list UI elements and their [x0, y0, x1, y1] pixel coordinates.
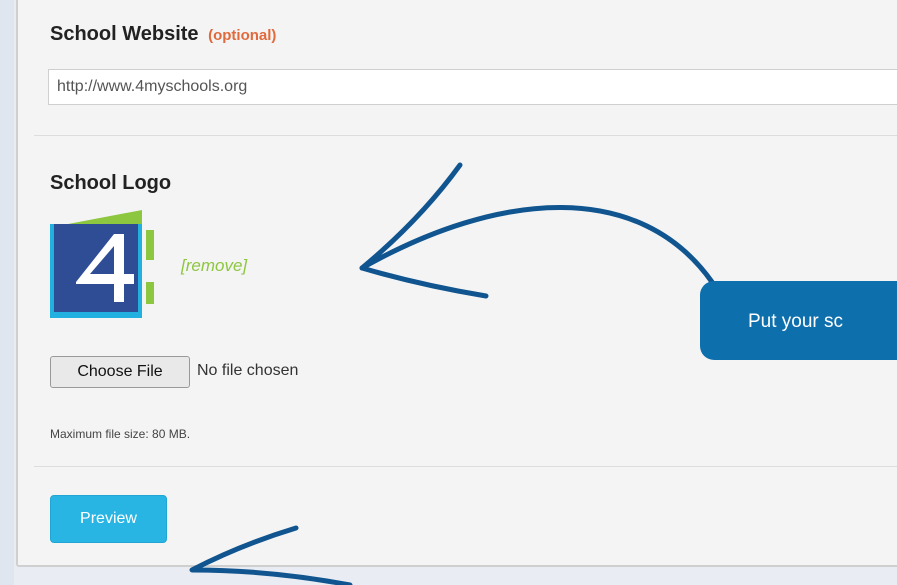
annotation-callout: Put your sc [700, 281, 897, 360]
annotation-arrowhead-logo [359, 162, 489, 299]
annotation-arrow-preview [189, 525, 353, 585]
annotation-callout-text: Put your sc [748, 311, 844, 332]
